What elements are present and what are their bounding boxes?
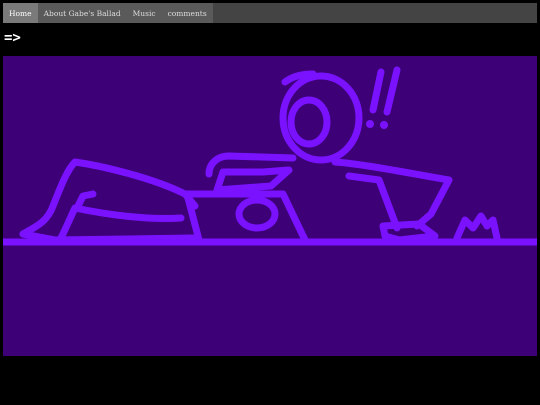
figure-belly xyxy=(235,196,279,232)
figure-forearm xyxy=(213,166,293,194)
nav-about-link[interactable]: About Gabe's Ballad xyxy=(37,3,127,23)
top-navigation-bar: Home About Gabe's Ballad Music comments xyxy=(3,3,537,23)
exclamation-mark-2-dot xyxy=(380,121,388,129)
exclamation-mark-1-dot xyxy=(366,120,374,128)
comic-drawing xyxy=(3,66,537,246)
exclamation-mark-2-stroke xyxy=(383,66,401,116)
comic-panel xyxy=(3,56,537,356)
exclamation-mark-1-stroke xyxy=(369,68,385,114)
figure-back-leg xyxy=(19,158,199,238)
figure-hand xyxy=(379,220,439,244)
figure-leg-base xyxy=(19,230,197,244)
figure-knee xyxy=(73,190,97,212)
nav-comments-link[interactable]: comments xyxy=(161,3,213,23)
figure-front-leg xyxy=(57,204,185,242)
small-flame-icon xyxy=(453,212,501,242)
figure-eye xyxy=(287,96,331,148)
figure-shoulder xyxy=(345,172,401,232)
nav-home-link[interactable]: Home xyxy=(3,3,38,23)
nav-music-link[interactable]: Music xyxy=(126,3,162,23)
next-page-arrow-link[interactable]: => xyxy=(4,30,21,46)
